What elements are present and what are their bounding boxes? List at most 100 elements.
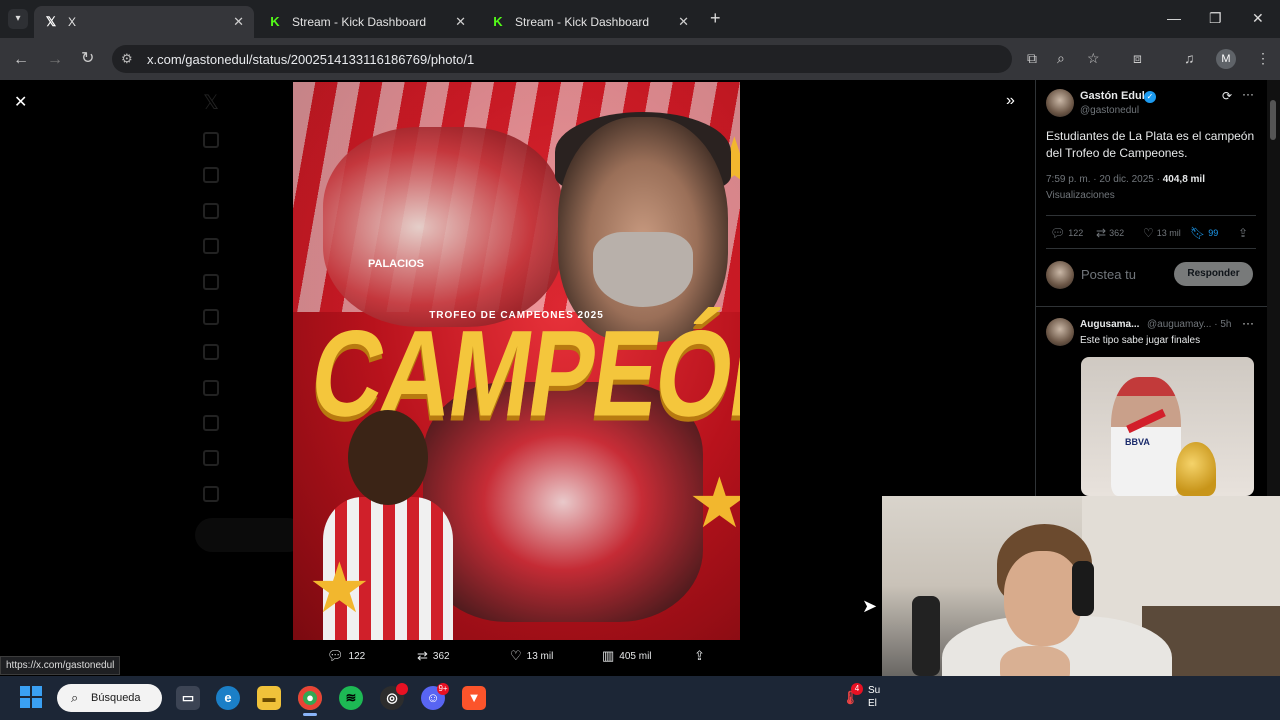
edge-icon[interactable]: e bbox=[216, 686, 240, 710]
x-logo-icon: 𝕏 bbox=[203, 92, 220, 114]
scrollbar-thumb[interactable] bbox=[1270, 100, 1276, 140]
lists-icon bbox=[203, 309, 219, 325]
weather-line1: Su bbox=[868, 685, 881, 696]
like-stat[interactable]: ♡ 13 mil bbox=[1143, 226, 1181, 240]
grok-icon bbox=[203, 274, 219, 290]
share-stat[interactable]: ⇪ bbox=[1238, 226, 1248, 240]
tab-x[interactable]: 𝕏 X ✕ bbox=[34, 6, 254, 38]
heart-icon: ♡ bbox=[510, 648, 522, 663]
share-button[interactable]: ⇪ bbox=[694, 648, 705, 664]
close-window-button[interactable]: ✕ bbox=[1252, 10, 1264, 27]
weather-badge: 4 bbox=[851, 683, 863, 695]
players-celebrating bbox=[323, 127, 563, 327]
more-options-icon bbox=[203, 486, 219, 502]
tab-kick-1[interactable]: K Stream - Kick Dashboard ✕ bbox=[258, 6, 476, 38]
task-view-icon[interactable]: ▭ bbox=[176, 686, 200, 710]
profile-avatar[interactable]: M bbox=[1216, 49, 1236, 69]
tweet-views-label: Visualizaciones bbox=[1046, 190, 1115, 201]
repost-icon: ⇄ bbox=[1096, 226, 1107, 240]
weather-widget[interactable]: Su El bbox=[868, 684, 880, 710]
windows-start-icon[interactable] bbox=[20, 686, 42, 708]
back-button[interactable]: ← bbox=[13, 52, 29, 68]
minimize-button[interactable]: — bbox=[1167, 10, 1181, 26]
repost-button[interactable]: ⇄ 362 bbox=[417, 648, 450, 664]
close-tab-icon[interactable]: ✕ bbox=[233, 14, 244, 30]
divider bbox=[1046, 215, 1256, 216]
verified-badge-icon: ✓ bbox=[1144, 91, 1156, 103]
author-avatar[interactable] bbox=[1046, 89, 1074, 117]
like-count: 13 mil bbox=[526, 650, 554, 662]
reply-photo[interactable]: BBVA bbox=[1081, 357, 1254, 496]
extensions-icon[interactable]: ⧈ bbox=[1133, 50, 1142, 67]
repost-stat[interactable]: ⇄ 362 bbox=[1096, 226, 1124, 240]
views-count: 405 mil bbox=[619, 650, 652, 662]
like-button[interactable]: ♡ 13 mil bbox=[510, 648, 553, 664]
bookmark-stat[interactable]: 🔖︎ 99 bbox=[1190, 226, 1218, 240]
close-tab-icon[interactable]: ✕ bbox=[455, 14, 466, 30]
reply-author-handle[interactable]: @auguamay... · 5h bbox=[1147, 319, 1231, 330]
expand-panel-icon[interactable]: » bbox=[1006, 92, 1015, 110]
bookmarks-icon bbox=[203, 344, 219, 360]
reply-input[interactable]: Postea tu bbox=[1081, 267, 1136, 282]
more-icon[interactable]: ··· bbox=[1242, 316, 1254, 330]
reload-button[interactable]: ↻ bbox=[81, 51, 94, 67]
author-handle[interactable]: @gastonedul bbox=[1080, 105, 1139, 116]
media-controls-icon[interactable]: ♫ bbox=[1184, 50, 1195, 66]
close-icon[interactable]: ✕ bbox=[14, 92, 27, 112]
new-tab-button[interactable]: + bbox=[710, 9, 721, 27]
author-name[interactable]: Gastón Edul bbox=[1080, 90, 1145, 102]
share-icon: ⇪ bbox=[1238, 226, 1249, 240]
reply-submit-button[interactable]: Responder bbox=[1174, 262, 1253, 286]
install-app-icon[interactable]: ⧉ bbox=[1027, 50, 1037, 67]
more-icon[interactable]: ··· bbox=[1242, 87, 1254, 101]
tab-search-button[interactable]: ▾ bbox=[8, 9, 28, 29]
share-icon: ⇪ bbox=[694, 648, 705, 663]
headset bbox=[1072, 561, 1094, 616]
repost-count: 362 bbox=[432, 650, 450, 662]
close-tab-icon[interactable]: ✕ bbox=[678, 14, 689, 30]
tweet-time[interactable]: 7:59 p. m. · 20 dic. 2025 · bbox=[1046, 174, 1163, 185]
site-settings-icon[interactable]: ⚙ bbox=[121, 51, 133, 67]
brave-icon[interactable]: ▼ bbox=[462, 686, 486, 710]
views-chart-icon: ▥ bbox=[602, 648, 615, 663]
repost-icon: ⇄ bbox=[417, 648, 428, 663]
reply-text: Este tipo sabe jugar finales bbox=[1080, 335, 1201, 346]
tab-kick-2[interactable]: K Stream - Kick Dashboard ✕ bbox=[481, 6, 699, 38]
obs-recording-badge bbox=[396, 683, 408, 695]
zoom-icon[interactable]: ⌕ bbox=[1057, 50, 1065, 67]
status-bar-url: https://x.com/gastonedul bbox=[0, 656, 121, 675]
player-head bbox=[348, 410, 428, 505]
explore-icon bbox=[203, 167, 219, 183]
like-count: 13 mil bbox=[1156, 228, 1181, 238]
bookmark-star-icon[interactable]: ☆ bbox=[1087, 50, 1100, 67]
discord-badge: 9+ bbox=[437, 683, 449, 695]
file-explorer-icon[interactable]: ▬ bbox=[257, 686, 281, 710]
x-logo-icon: 𝕏 bbox=[45, 14, 57, 29]
maximize-button[interactable]: ❐ bbox=[1209, 10, 1222, 27]
home-icon bbox=[203, 132, 219, 148]
tweet-photo: ★ PALACIOS TROFEO DE CAMPEONES 2025 CAMP… bbox=[293, 82, 740, 640]
heart-icon: ♡ bbox=[1143, 226, 1154, 240]
chrome-icon[interactable]: ● bbox=[298, 686, 322, 710]
reply-stat[interactable]: 💬︎ 122 bbox=[1050, 226, 1083, 240]
search-label: Búsqueda bbox=[91, 692, 141, 704]
divider bbox=[1035, 306, 1267, 307]
notifications-icon bbox=[203, 203, 219, 219]
tweet-views-count: 404,8 mil bbox=[1162, 174, 1205, 185]
taskbar-search[interactable]: ⌕ Búsqueda bbox=[57, 684, 162, 712]
menu-icon[interactable]: ⋮ bbox=[1256, 50, 1270, 67]
reply-button[interactable]: 💬︎ 122 bbox=[327, 648, 365, 664]
forward-button[interactable]: → bbox=[47, 52, 63, 68]
reply-author-name[interactable]: Augusama... bbox=[1080, 319, 1139, 330]
reply-avatar[interactable] bbox=[1046, 318, 1074, 346]
messages-icon bbox=[203, 238, 219, 254]
url-text[interactable]: x.com/gastonedul/status/2002514133116186… bbox=[147, 52, 474, 67]
my-avatar bbox=[1046, 261, 1074, 289]
spotify-icon[interactable]: ≋ bbox=[339, 686, 363, 710]
trophy-figure bbox=[1176, 442, 1216, 496]
panel-scrollbar[interactable] bbox=[1267, 80, 1280, 496]
divider bbox=[1046, 248, 1256, 249]
grok-refresh-icon[interactable]: ⟳ bbox=[1222, 89, 1232, 103]
photo-action-bar: 💬︎ 122 ⇄ 362 ♡ 13 mil ▥ 405 mil ⇪ bbox=[0, 648, 1035, 668]
views-button[interactable]: ▥ 405 mil bbox=[602, 648, 652, 664]
